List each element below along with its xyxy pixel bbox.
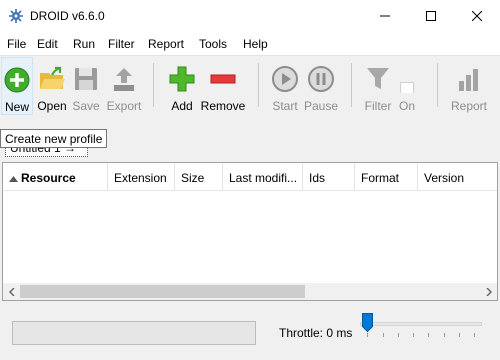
open-label: Open <box>37 99 67 113</box>
toolbar-separator <box>351 63 352 107</box>
new-profile-icon <box>4 67 30 93</box>
slider-track <box>360 322 482 326</box>
menu-file[interactable]: File <box>7 37 26 51</box>
menu-tools[interactable]: Tools <box>199 37 227 51</box>
filter-on-label: On <box>398 99 415 113</box>
report-button[interactable]: Report <box>449 57 489 115</box>
export-label: Export <box>106 99 142 113</box>
slider-tick <box>428 333 429 337</box>
filter-on-toggle[interactable]: On <box>396 57 418 115</box>
plus-icon <box>169 66 195 92</box>
remove-button[interactable]: Remove <box>200 57 246 115</box>
funnel-icon <box>367 68 389 89</box>
chevron-left-icon <box>8 287 14 296</box>
scroll-right-button[interactable] <box>480 283 497 300</box>
pause-button[interactable]: Pause <box>303 57 339 115</box>
export-icon <box>114 68 134 91</box>
start-button[interactable]: Start <box>269 57 301 115</box>
export-button[interactable]: Export <box>104 57 144 115</box>
minimize-button[interactable] <box>362 0 408 32</box>
column-header-last-modified[interactable]: Last modifi... <box>223 163 303 191</box>
column-header-version[interactable]: Version <box>418 163 497 191</box>
slider-thumb[interactable] <box>362 313 373 332</box>
filter-label: Filter <box>364 99 392 113</box>
open-folder-icon <box>40 66 65 89</box>
profile-tab-area: Untitled 1 → Create new profile <box>0 119 500 161</box>
droid-app-icon <box>9 9 23 23</box>
throttle-label: Throttle: 0 ms <box>279 326 353 340</box>
column-header-extension[interactable]: Extension <box>108 163 175 191</box>
column-header-label: Resource <box>21 171 76 185</box>
bar-chart-icon <box>459 69 478 91</box>
menu-bar: File Edit Run Filter Report Tools Help <box>0 32 500 56</box>
horizontal-scrollbar[interactable] <box>3 283 497 300</box>
filter-button[interactable]: Filter <box>362 57 394 115</box>
menu-edit[interactable]: Edit <box>37 37 58 51</box>
toolbar-separator <box>437 63 438 107</box>
menu-filter[interactable]: Filter <box>108 37 135 51</box>
slider-tick <box>413 333 414 337</box>
maximize-button[interactable] <box>408 0 454 32</box>
status-bar: Throttle: 0 ms <box>0 301 500 360</box>
column-header-ids[interactable]: Ids <box>303 163 355 191</box>
throttle-slider[interactable] <box>360 311 490 351</box>
toolbar-separator <box>153 63 154 107</box>
add-button[interactable]: Add <box>166 57 198 115</box>
scroll-left-button[interactable] <box>3 283 20 300</box>
toolbar-separator <box>258 63 259 107</box>
scrollbar-thumb[interactable] <box>20 285 305 298</box>
play-icon <box>272 66 298 92</box>
checkbox-icon <box>400 82 414 93</box>
close-button[interactable] <box>454 0 500 32</box>
progress-bar <box>12 321 256 345</box>
chevron-right-icon <box>486 287 492 296</box>
minimize-icon <box>380 15 390 17</box>
table-header: Resource Extension Size Last modifi... I… <box>3 163 497 191</box>
new-label: New <box>4 100 29 114</box>
window-title: DROID v6.6.0 <box>30 9 105 23</box>
save-label: Save <box>72 99 100 113</box>
add-label: Add <box>171 99 193 113</box>
slider-tick <box>367 333 368 337</box>
column-header-format[interactable]: Format <box>355 163 418 191</box>
pause-label: Pause <box>303 99 339 113</box>
new-button[interactable]: New <box>1 57 33 115</box>
column-header-resource[interactable]: Resource <box>3 163 108 191</box>
minus-icon <box>210 74 236 84</box>
save-button[interactable]: Save <box>70 57 102 115</box>
save-disk-icon <box>75 68 97 90</box>
pause-icon <box>308 66 334 92</box>
toolbar: New Open Save Export Add Remove Start Pa… <box>0 57 500 119</box>
menu-run[interactable]: Run <box>73 37 95 51</box>
menu-report[interactable]: Report <box>148 37 184 51</box>
start-label: Start <box>272 99 298 113</box>
column-header-size[interactable]: Size <box>175 163 223 191</box>
slider-tick <box>444 333 445 337</box>
tooltip: Create new profile <box>0 129 108 148</box>
slider-tick <box>398 333 399 337</box>
close-icon <box>472 11 482 21</box>
menu-help[interactable]: Help <box>243 37 268 51</box>
slider-tick <box>383 333 384 337</box>
title-bar: DROID v6.6.0 <box>0 0 500 32</box>
results-table: Resource Extension Size Last modifi... I… <box>2 162 498 301</box>
slider-tick <box>474 333 475 337</box>
remove-label: Remove <box>200 99 246 113</box>
slider-tick <box>459 333 460 337</box>
maximize-icon <box>426 11 436 21</box>
sort-ascending-icon <box>9 176 18 182</box>
report-label: Report <box>450 99 488 113</box>
open-button[interactable]: Open <box>36 57 68 115</box>
